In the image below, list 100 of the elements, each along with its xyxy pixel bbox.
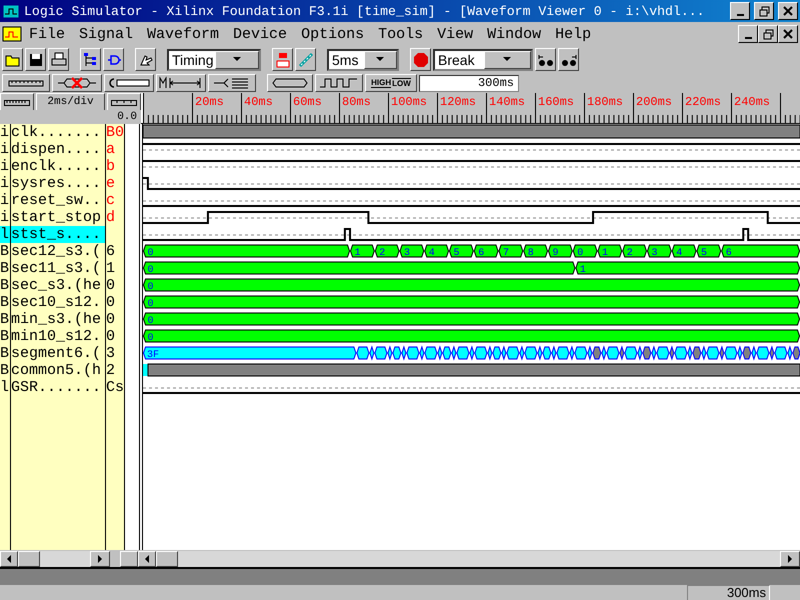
signal-name[interactable]: sec_s3.(he <box>11 277 105 294</box>
hierarchy-button[interactable] <box>80 48 101 71</box>
horizontal-splitter[interactable] <box>0 567 800 585</box>
signal-name[interactable]: clk....... <box>11 124 105 141</box>
link-button[interactable] <box>295 48 316 71</box>
time-field[interactable]: 300ms <box>419 74 519 92</box>
scrollbar[interactable] <box>138 550 800 566</box>
hierarchy-icon <box>82 52 98 68</box>
signal-name[interactable]: min10_s12. <box>11 328 105 345</box>
signal-name[interactable]: sec10_s12. <box>11 294 105 311</box>
scrollbar-thumb[interactable] <box>156 550 178 566</box>
print-button[interactable] <box>48 48 69 71</box>
pane-splitter[interactable] <box>139 175 143 192</box>
open-button[interactable] <box>2 48 23 71</box>
menu-item[interactable]: Help <box>548 26 598 42</box>
close-button[interactable] <box>778 25 798 43</box>
pane-splitter[interactable] <box>139 124 143 141</box>
signal-value: 6 <box>105 243 124 260</box>
signal-name[interactable]: min_s3.(he <box>11 311 105 328</box>
measure-m-icon <box>159 76 203 90</box>
stop-button[interactable] <box>410 48 431 71</box>
pane-splitter[interactable] <box>139 158 143 175</box>
pane-splitter[interactable] <box>139 345 143 362</box>
scroll-right-button[interactable] <box>90 550 110 566</box>
ruler-label: 80ms <box>342 95 371 109</box>
pane-splitter[interactable] <box>139 226 143 243</box>
signal-name[interactable]: segment6.( <box>11 345 105 362</box>
menu-item[interactable]: Signal <box>72 26 140 42</box>
splitter-handle[interactable] <box>120 550 138 566</box>
step-dropdown[interactable]: 5ms <box>327 48 399 70</box>
minimize-icon <box>736 14 744 16</box>
signal-name[interactable]: dispen.... <box>11 141 105 158</box>
pane-splitter[interactable] <box>139 362 143 379</box>
scroll-right-button[interactable] <box>780 550 800 566</box>
pane-splitter[interactable] <box>139 277 143 294</box>
scroll-left-button[interactable] <box>138 550 156 566</box>
delete-signal-button[interactable] <box>52 74 102 92</box>
signal-name[interactable]: common5.(h <box>11 362 105 379</box>
find-previous-button[interactable] <box>535 48 556 71</box>
zoom-out-button[interactable] <box>0 93 34 111</box>
bus-value: 1 <box>575 262 800 276</box>
bus-value: 0 <box>572 244 598 259</box>
pane-splitter[interactable] <box>139 209 143 226</box>
ruler-label: 60ms <box>293 95 322 109</box>
pane-splitter[interactable] <box>139 141 143 158</box>
hand-button[interactable] <box>135 48 156 71</box>
dropdown-arrow-button[interactable] <box>214 50 259 68</box>
bus-expand-button[interactable] <box>208 74 256 92</box>
minimize-button[interactable] <box>738 25 758 43</box>
menu-item[interactable]: Device <box>226 26 294 42</box>
copy-signal-button[interactable] <box>104 74 154 92</box>
pane-splitter[interactable] <box>139 243 143 260</box>
signal-name[interactable]: stst_s.... <box>11 226 105 243</box>
menu-item[interactable]: View <box>430 26 480 42</box>
stop-sign-icon <box>412 52 428 68</box>
signal-name[interactable]: sec11_s3.( <box>11 260 105 277</box>
ruler-label: 120ms <box>440 95 476 109</box>
close-icon <box>783 29 793 39</box>
ruler-button[interactable] <box>2 74 50 92</box>
scrollbar[interactable] <box>0 550 110 566</box>
restore-button[interactable] <box>754 2 774 20</box>
pane-splitter[interactable] <box>139 379 143 396</box>
clock-button[interactable] <box>315 74 363 92</box>
scale-button[interactable]: 2ms/div <box>36 93 105 111</box>
bus-value: 0 <box>143 296 800 310</box>
close-button[interactable] <box>778 2 798 20</box>
pane-splitter[interactable] <box>139 294 143 311</box>
scrollbar-thumb[interactable] <box>18 550 40 566</box>
menu-item[interactable]: Window <box>480 26 548 42</box>
scroll-left-button[interactable] <box>0 550 18 566</box>
dropdown-arrow-button[interactable] <box>484 50 531 68</box>
pane-splitter[interactable] <box>139 260 143 277</box>
menu-item[interactable]: Tools <box>371 26 430 42</box>
signal-name[interactable]: sec12_s3.( <box>11 243 105 260</box>
pane-splitter[interactable] <box>139 396 143 550</box>
break-dropdown[interactable]: Break <box>433 48 533 70</box>
signal-name[interactable]: sysres.... <box>11 175 105 192</box>
menu-item[interactable]: Options <box>294 26 372 42</box>
mode-dropdown[interactable]: Timing <box>167 48 261 70</box>
pane-splitter[interactable] <box>139 328 143 345</box>
pane-splitter[interactable] <box>139 311 143 328</box>
menu-item[interactable]: File <box>22 26 72 42</box>
signal-name[interactable]: enclk..... <box>11 158 105 175</box>
dropdown-arrow-button[interactable] <box>364 50 397 68</box>
signal-name[interactable]: reset_sw.. <box>11 192 105 209</box>
high-low-button[interactable]: HIGHLOW <box>365 74 417 92</box>
find-next-button[interactable] <box>558 48 579 71</box>
signal-name[interactable]: start_stop <box>11 209 105 226</box>
waveform-c-icon <box>107 76 151 90</box>
measure-button[interactable] <box>156 74 206 92</box>
power-on-button[interactable] <box>272 48 293 71</box>
restore-button[interactable] <box>758 25 778 43</box>
signal-name[interactable]: GSR....... <box>11 379 105 396</box>
pane-splitter[interactable] <box>139 192 143 209</box>
save-button[interactable] <box>25 48 46 71</box>
menu-item[interactable]: Waveform <box>140 26 226 42</box>
gate-button[interactable] <box>103 48 124 71</box>
bus-button[interactable] <box>267 74 313 92</box>
minimize-button[interactable] <box>730 2 750 20</box>
zoom-in-button[interactable] <box>107 93 141 111</box>
